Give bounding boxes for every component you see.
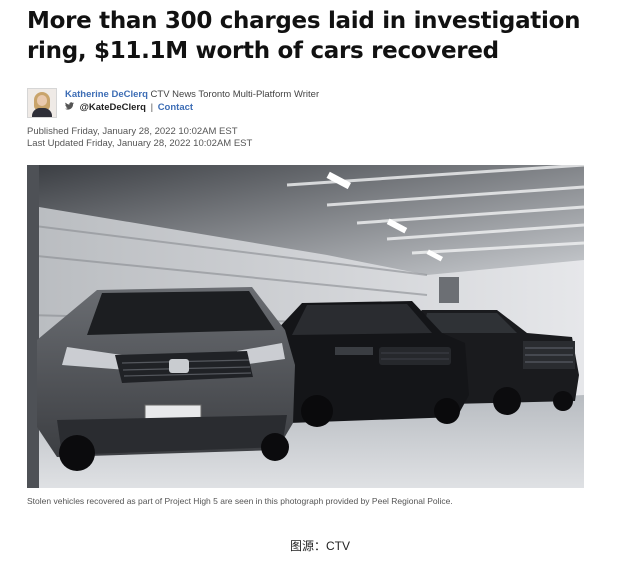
author-avatar[interactable]: [27, 88, 57, 118]
author-twitter-handle[interactable]: @KateDeClerq: [80, 102, 146, 113]
headline-line-2: ring, $11.1M worth of cars recovered: [27, 38, 499, 64]
headline-line-1: More than 300 charges laid in investigat…: [27, 8, 581, 34]
garage-cars-illustration: [27, 165, 584, 488]
author-byline: Katherine DeClerq CTV News Toronto Multi…: [27, 88, 319, 118]
suv-front: [37, 287, 295, 471]
twitter-icon: [65, 101, 74, 114]
contact-link[interactable]: Contact: [158, 102, 193, 113]
image-source: 图源：CTV: [289, 539, 350, 553]
article-headline: More than 300 charges laid in investigat…: [27, 6, 617, 66]
photo-caption: Stolen vehicles recovered as part of Pro…: [27, 496, 453, 506]
author-name-link[interactable]: Katherine DeClerq: [65, 89, 148, 100]
article-dates: Published Friday, January 28, 2022 10:02…: [27, 126, 252, 150]
article-photo: [27, 165, 584, 488]
author-role: CTV News Toronto Multi-Platform Writer: [150, 89, 320, 100]
updated-date: Last Updated Friday, January 28, 2022 10…: [27, 138, 253, 149]
published-date: Published Friday, January 28, 2022 10:02…: [27, 126, 238, 137]
byline-separator: |: [150, 102, 154, 113]
